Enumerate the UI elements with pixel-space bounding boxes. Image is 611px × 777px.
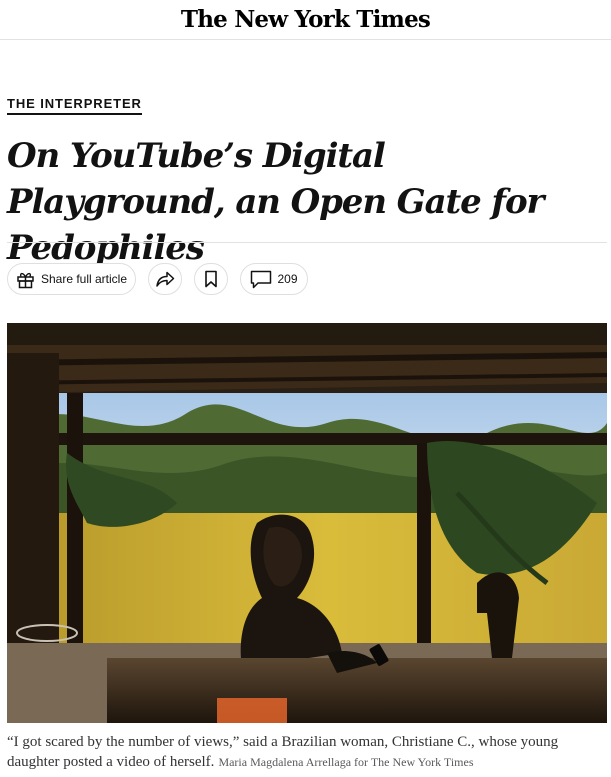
save-article-button[interactable] bbox=[194, 263, 228, 295]
gift-icon bbox=[16, 270, 35, 289]
share-forward-button[interactable] bbox=[148, 263, 182, 295]
share-full-article-button[interactable]: Share full article bbox=[7, 263, 136, 295]
nyt-logo[interactable]: The New York Times bbox=[0, 6, 611, 33]
bookmark-icon bbox=[204, 270, 218, 288]
masthead: The New York Times bbox=[0, 0, 611, 40]
article-photo[interactable] bbox=[7, 323, 607, 723]
divider bbox=[7, 242, 607, 243]
photo-scene bbox=[7, 323, 607, 723]
photo-caption: “I got scared by the number of views,” s… bbox=[7, 732, 607, 777]
share-button-label: Share full article bbox=[40, 272, 128, 286]
section-kicker[interactable]: THE INTERPRETER bbox=[7, 96, 142, 115]
comments-button[interactable]: 209 bbox=[240, 263, 308, 295]
comment-count: 209 bbox=[277, 272, 298, 286]
forward-arrow-icon bbox=[155, 270, 175, 288]
comment-bubble-icon bbox=[250, 270, 272, 289]
article-headline: On YouTube’s Digital Playground, an Open… bbox=[7, 136, 544, 268]
photo-credit: Maria Magdalena Arrellaga for The New Yo… bbox=[218, 755, 474, 769]
